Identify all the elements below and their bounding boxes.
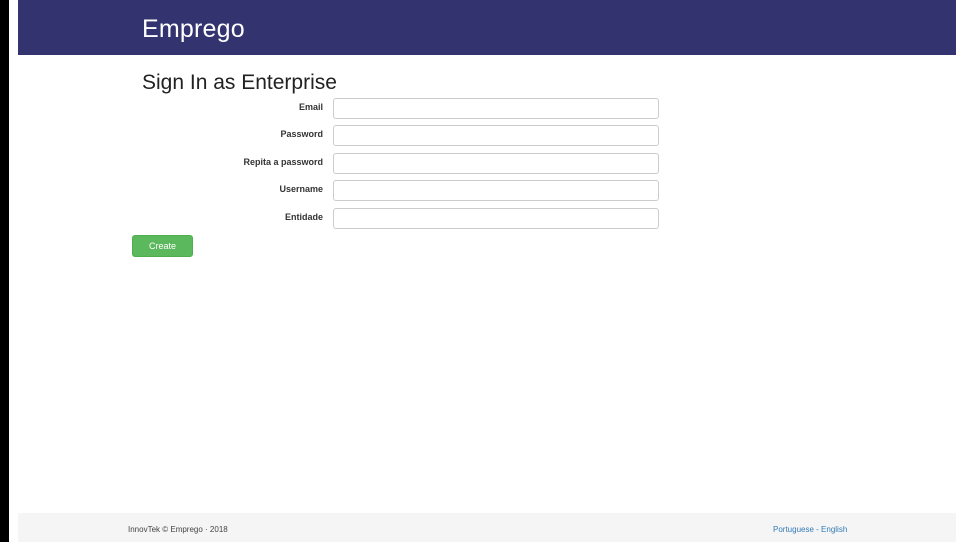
create-button[interactable]: Create (132, 235, 193, 257)
form-row-password: Password (18, 125, 956, 147)
copyright-text: InnovTek © Emprego · 2018 (128, 525, 228, 534)
language-separator: - (813, 525, 822, 534)
password-label: Password (280, 129, 323, 139)
brand-logo[interactable]: Emprego (142, 14, 245, 44)
email-label: Email (298, 102, 323, 112)
form-row-entidade: Entidade (18, 208, 956, 230)
language-link-english[interactable]: English (821, 525, 847, 534)
email-field[interactable] (333, 98, 659, 119)
form-row-username: Username (18, 180, 956, 202)
entidade-label: Entidade (284, 212, 323, 222)
entidade-field[interactable] (333, 208, 659, 229)
window-frame: Emprego Sign In as Enterprise Email Pass… (0, 0, 956, 542)
password-field[interactable] (333, 125, 659, 146)
form-row-repeat-password: Repita a password (18, 153, 956, 175)
repeat-password-label: Repita a password (243, 157, 323, 167)
page-title: Sign In as Enterprise (142, 71, 337, 94)
navbar: Emprego (18, 0, 956, 55)
language-switcher: Portuguese - English (773, 525, 847, 534)
language-link-portuguese[interactable]: Portuguese (773, 525, 814, 534)
footer: InnovTek © Emprego · 2018 Portuguese - E… (18, 513, 956, 542)
username-label: Username (279, 184, 323, 194)
repeat-password-field[interactable] (333, 153, 659, 174)
form-row-email: Email (18, 98, 956, 120)
username-field[interactable] (333, 180, 659, 201)
